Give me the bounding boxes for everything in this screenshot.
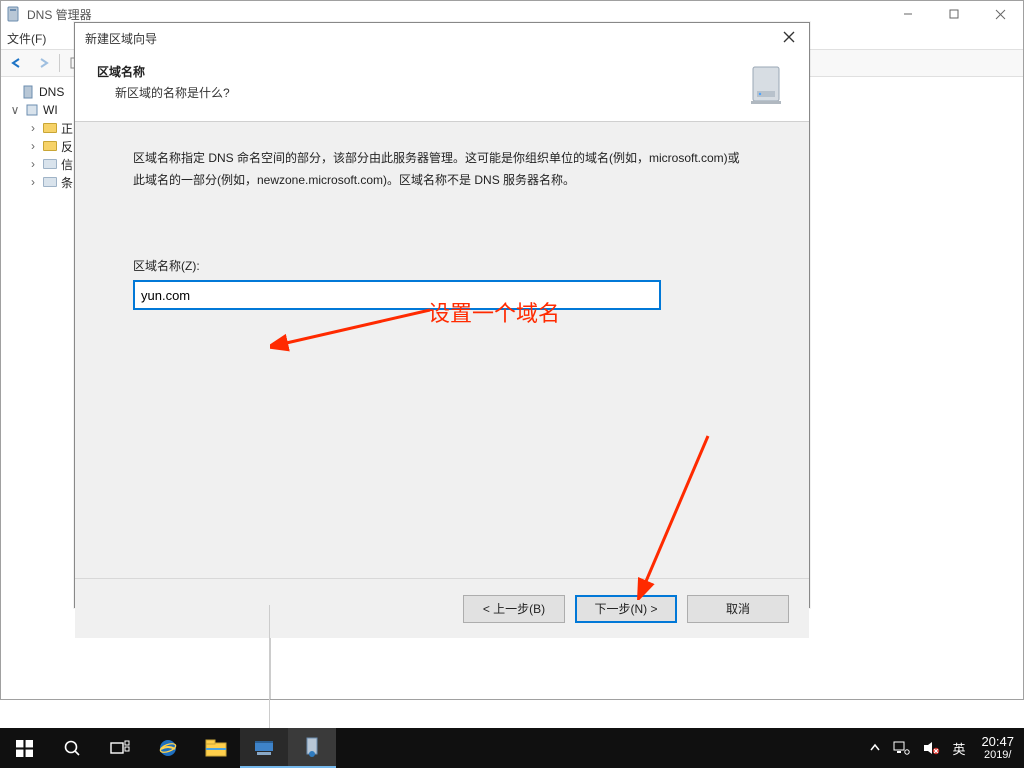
cancel-button-label: 取消	[726, 600, 750, 617]
folder-icon	[43, 123, 57, 133]
zone-name-label: 区域名称(Z):	[133, 257, 751, 274]
tree-item-label: 条	[61, 174, 73, 191]
wizard-description: 区域名称指定 DNS 命名空间的部分，该部分由此服务器管理。这可能是你组织单位的…	[133, 148, 751, 191]
maximize-button[interactable]	[931, 1, 977, 27]
server-icon	[24, 102, 40, 118]
expand-icon[interactable]: ›	[27, 139, 39, 153]
tray-network-icon[interactable]	[886, 728, 916, 768]
start-button[interactable]	[0, 728, 48, 768]
dialog-title: 新建区域向导	[75, 23, 809, 53]
zone-name-input[interactable]	[133, 280, 661, 310]
back-button-label: < 上一步(B)	[483, 600, 545, 617]
dns-app-icon	[5, 6, 21, 22]
dns-icon	[20, 84, 36, 100]
ime-indicator[interactable]: 英	[946, 728, 971, 768]
folder-icon	[43, 177, 57, 187]
folder-icon	[43, 159, 57, 169]
wizard-heading: 区域名称	[97, 63, 747, 80]
taskbar-clock[interactable]: 20:47 2019/	[971, 734, 1024, 763]
expand-icon[interactable]: ›	[27, 175, 39, 189]
main-title: DNS 管理器	[27, 6, 92, 23]
clock-time: 20:47	[981, 734, 1014, 750]
search-button[interactable]	[48, 728, 96, 768]
folder-icon	[43, 141, 57, 151]
watermark: 亿速云	[927, 702, 1016, 726]
expand-icon[interactable]: ∨	[9, 103, 21, 117]
wizard-subheading: 新区域的名称是什么?	[97, 84, 747, 101]
tree-item-label: 正	[61, 120, 73, 137]
next-button-label: 下一步(N) >	[594, 600, 657, 617]
expand-icon[interactable]: ›	[27, 157, 39, 171]
server-graphic-icon	[747, 63, 787, 107]
next-button[interactable]: 下一步(N) >	[575, 595, 677, 623]
tree-root-label: DNS	[39, 85, 64, 99]
dialog-close-button[interactable]	[773, 25, 805, 49]
watermark-text: 亿速云	[965, 702, 1016, 726]
nav-forward-button[interactable]	[31, 52, 55, 74]
taskview-button[interactable]	[96, 728, 144, 768]
menu-file[interactable]: 文件(F)	[7, 30, 46, 47]
server-manager-button[interactable]	[240, 728, 288, 768]
dns-manager-taskbar-button[interactable]	[288, 728, 336, 768]
expand-icon[interactable]: ›	[27, 121, 39, 135]
tree-server-label: WI	[43, 103, 58, 117]
nav-back-button[interactable]	[5, 52, 29, 74]
taskbar: 英 20:47 2019/	[0, 728, 1024, 768]
clock-date: 2019/	[984, 749, 1012, 762]
cloud-icon	[927, 703, 959, 725]
tray-volume-icon[interactable]	[916, 728, 946, 768]
tree-item-label: 反	[61, 138, 73, 155]
back-button[interactable]: < 上一步(B)	[463, 595, 565, 623]
ie-button[interactable]	[144, 728, 192, 768]
tray-overflow-button[interactable]	[864, 728, 886, 768]
close-button[interactable]	[977, 1, 1023, 27]
minimize-button[interactable]	[885, 1, 931, 27]
new-zone-wizard-dialog: 新建区域向导 区域名称 新区域的名称是什么? 区域名称指定 DNS 命名空间的部…	[74, 22, 810, 608]
explorer-button[interactable]	[192, 728, 240, 768]
cancel-button[interactable]: 取消	[687, 595, 789, 623]
tree-item-label: 信	[61, 156, 73, 173]
